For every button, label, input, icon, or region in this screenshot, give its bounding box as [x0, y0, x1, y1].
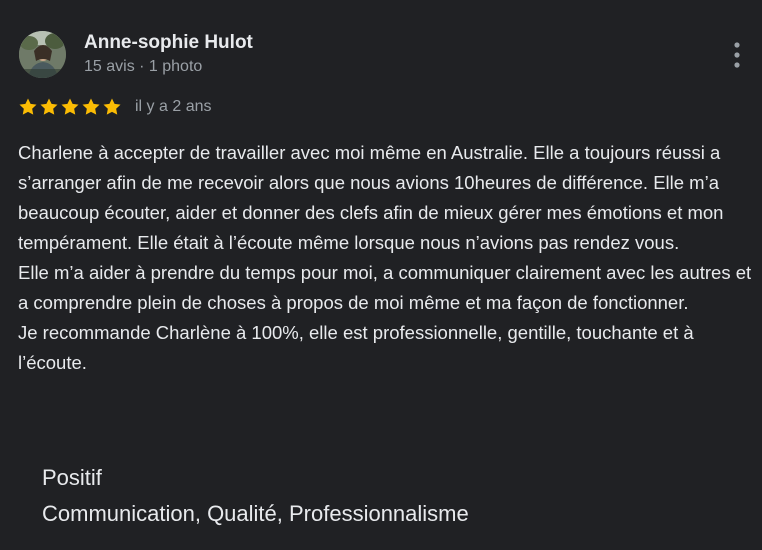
star-filled-icon	[61, 98, 79, 115]
author-meta: 15 avis · 1 photo	[84, 58, 203, 75]
review-text: Charlene à accepter de travailler avec m…	[18, 138, 752, 378]
attribute-value: Communication, Qualité, Professionnalism…	[42, 501, 469, 526]
attribute-label: Positif	[42, 465, 102, 490]
rating-row: il y a 2 ans	[18, 96, 211, 118]
review-date: il y a 2 ans	[135, 98, 212, 115]
avatar-photo	[19, 31, 66, 78]
star-filled-icon	[82, 98, 100, 115]
review-card: Anne-sophie Hulot 15 avis · 1 photo il y…	[0, 0, 762, 550]
review-paragraph: Je recommande Charlène à 100%, elle est …	[18, 322, 694, 373]
avatar[interactable]	[19, 31, 66, 78]
more-options-button[interactable]	[722, 38, 752, 72]
review-paragraph: Elle m’a aider à prendre du temps pour m…	[18, 262, 752, 313]
author-name[interactable]: Anne-sophie Hulot	[84, 32, 253, 54]
review-paragraph: Charlene à accepter de travailler avec m…	[18, 142, 724, 253]
star-filled-icon	[40, 98, 58, 115]
star-filled-icon	[19, 98, 37, 115]
star-rating	[18, 97, 122, 117]
star-filled-icon	[103, 98, 121, 115]
more-vert-icon	[734, 42, 740, 68]
